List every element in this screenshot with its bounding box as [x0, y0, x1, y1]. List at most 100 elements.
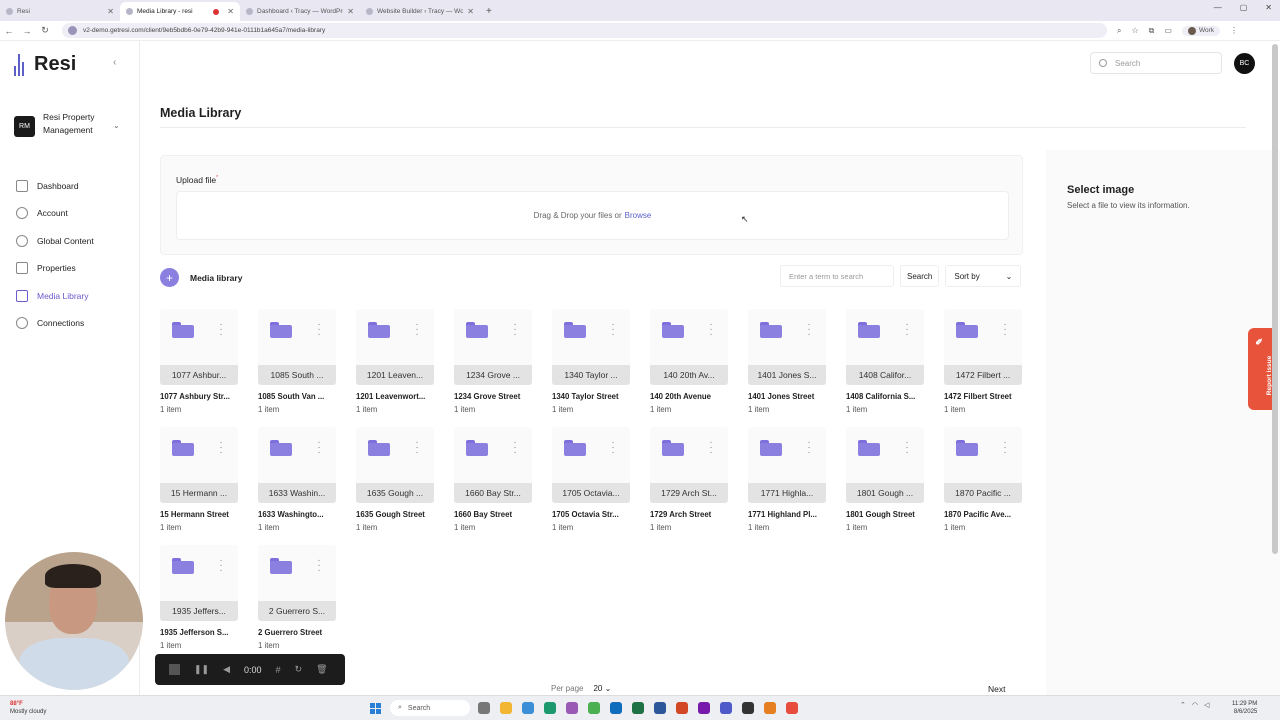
- wifi-icon[interactable]: ◠: [1192, 701, 1198, 709]
- pause-icon[interactable]: ❚❚: [194, 664, 209, 675]
- more-options-icon[interactable]: · · ·: [317, 438, 321, 458]
- folder-card[interactable]: · · · 1408 Califor... 1408 California S... 1 …: [846, 309, 924, 421]
- app-logo[interactable]: Resi: [14, 53, 76, 76]
- more-options-icon[interactable]: · · ·: [219, 320, 223, 340]
- folder-tile[interactable]: · · · 15 Hermann ...: [160, 427, 238, 503]
- powerpoint-app-icon[interactable]: [676, 702, 688, 714]
- sidebar-item-account[interactable]: Account: [16, 200, 94, 228]
- more-options-icon[interactable]: · · ·: [219, 556, 223, 576]
- trash-icon[interactable]: 🗑: [316, 664, 327, 675]
- file-explorer-app-icon[interactable]: [478, 702, 490, 714]
- minimize-icon[interactable]: —: [1214, 3, 1222, 12]
- folder-tile[interactable]: · · · 1472 Filbert ...: [944, 309, 1022, 385]
- teams-chat-app-icon[interactable]: [720, 702, 732, 714]
- forward-icon[interactable]: →: [18, 26, 36, 36]
- folder-tile[interactable]: · · · 1635 Gough ...: [356, 427, 434, 503]
- library-search-input[interactable]: Enter a term to search: [780, 265, 894, 287]
- more-options-icon[interactable]: · · ·: [905, 320, 909, 340]
- folder-tile[interactable]: · · · 1705 Octavia...: [552, 427, 630, 503]
- collapse-sidebar-icon[interactable]: ‹: [113, 57, 116, 68]
- record-app-icon[interactable]: [786, 702, 798, 714]
- folder-tile[interactable]: · · · 140 20th Av...: [650, 309, 728, 385]
- folder-card[interactable]: · · · 1801 Gough ... 1801 Gough Street 1 item: [846, 427, 924, 539]
- edge-app-icon[interactable]: [522, 702, 534, 714]
- app-icon[interactable]: [764, 702, 776, 714]
- more-options-icon[interactable]: · · ·: [709, 320, 713, 340]
- more-options-icon[interactable]: · · ·: [1003, 438, 1007, 458]
- close-tab-icon[interactable]: ✕: [347, 7, 354, 16]
- folder-card[interactable]: · · · 1635 Gough ... 1635 Gough Street 1 item: [356, 427, 434, 539]
- folder-tile[interactable]: · · · 1201 Leaven...: [356, 309, 434, 385]
- folder-tile[interactable]: · · · 1077 Ashbur...: [160, 309, 238, 385]
- global-search-input[interactable]: Search: [1090, 52, 1222, 74]
- excel-app-icon[interactable]: [632, 702, 644, 714]
- folder-tile[interactable]: · · · 1401 Jones S...: [748, 309, 826, 385]
- folder-card[interactable]: · · · 1340 Taylor ... 1340 Taylor Street 1 it…: [552, 309, 630, 421]
- folder-tile[interactable]: · · · 1870 Pacific ...: [944, 427, 1022, 503]
- stop-recording-icon[interactable]: [169, 664, 180, 675]
- folder-card[interactable]: · · · 1771 Highla... 1771 Highland Pl... 1 it…: [748, 427, 826, 539]
- folder-card[interactable]: · · · 1729 Arch St... 1729 Arch Street 1 item: [650, 427, 728, 539]
- folder-card[interactable]: · · · 1935 Jeffers... 1935 Jefferson S... 1 i…: [160, 545, 238, 657]
- more-options-icon[interactable]: · · ·: [317, 556, 321, 576]
- folder-card[interactable]: · · · 1660 Bay Str... 1660 Bay Street 1 item: [454, 427, 532, 539]
- more-options-icon[interactable]: · · ·: [513, 438, 517, 458]
- grid-icon[interactable]: #: [276, 665, 281, 675]
- extensions-icon[interactable]: ⧉: [1149, 26, 1155, 36]
- folder-tile[interactable]: · · · 1408 Califor...: [846, 309, 924, 385]
- reload-icon[interactable]: ↻: [36, 25, 54, 36]
- folder-card[interactable]: · · · 1077 Ashbur... 1077 Ashbury Str... 1 it…: [160, 309, 238, 421]
- folder-tile[interactable]: · · · 1660 Bay Str...: [454, 427, 532, 503]
- zoom-icon[interactable]: ⌕: [1117, 26, 1121, 36]
- folder-card[interactable]: · · · 1085 South ... 1085 South Van ... 1 ite…: [258, 309, 336, 421]
- weather-widget[interactable]: 88°F Mostly cloudy: [10, 700, 46, 716]
- close-window-icon[interactable]: ✕: [1265, 3, 1272, 12]
- rewind-icon[interactable]: ◀: [223, 664, 230, 675]
- more-options-icon[interactable]: · · ·: [611, 320, 615, 340]
- folder-tile[interactable]: · · · 1935 Jeffers...: [160, 545, 238, 621]
- sidebar-item-global-content[interactable]: Global Content: [16, 227, 94, 255]
- scrollbar[interactable]: [1272, 44, 1278, 554]
- start-menu-icon[interactable]: [370, 703, 381, 714]
- folder-card[interactable]: · · · 15 Hermann ... 15 Hermann Street 1 item: [160, 427, 238, 539]
- sidebar-item-connections[interactable]: Connections: [16, 310, 94, 338]
- more-options-icon[interactable]: · · ·: [415, 438, 419, 458]
- maximize-icon[interactable]: ▢: [1240, 3, 1248, 12]
- org-switcher[interactable]: RM Resi Property Management ⌄: [14, 111, 120, 137]
- more-options-icon[interactable]: · · ·: [513, 320, 517, 340]
- restart-icon[interactable]: ↻: [295, 664, 303, 675]
- user-avatar[interactable]: BC: [1234, 52, 1255, 74]
- folder-card[interactable]: · · · 1870 Pacific ... 1870 Pacific Ave... 1 …: [944, 427, 1022, 539]
- more-options-icon[interactable]: · · ·: [219, 438, 223, 458]
- sort-select[interactable]: Sort by ⌄: [945, 265, 1022, 287]
- more-options-icon[interactable]: · · ·: [807, 438, 811, 458]
- browser-tab-3[interactable]: Website Builder ‹ Tracy — Wo ✕: [360, 2, 480, 21]
- browser-tab-1[interactable]: Media Library - resi ✕: [120, 2, 240, 21]
- close-tab-icon[interactable]: ✕: [107, 7, 114, 16]
- new-tab-icon[interactable]: +: [486, 6, 492, 17]
- more-options-icon[interactable]: · · ·: [415, 320, 419, 340]
- bookmark-star-icon[interactable]: ☆: [1131, 26, 1138, 35]
- folder-tile[interactable]: · · · 1729 Arch St...: [650, 427, 728, 503]
- split-view-icon[interactable]: ▭: [1164, 26, 1172, 35]
- chrome-app-icon[interactable]: [588, 702, 600, 714]
- browser-menu-icon[interactable]: ⋮: [1230, 26, 1238, 35]
- browse-link[interactable]: Browse: [625, 211, 652, 220]
- folder-card[interactable]: · · · 1234 Grove ... 1234 Grove Street 1 item: [454, 309, 532, 421]
- teams-app-icon[interactable]: [566, 702, 578, 714]
- taskbar-search[interactable]: ⌕ Search: [390, 700, 470, 716]
- sidebar-item-media-library[interactable]: Media Library: [16, 282, 94, 310]
- sidebar-item-properties[interactable]: Properties: [16, 255, 94, 283]
- url-field[interactable]: v2-demo.getresi.com/client/9eb5bdb6-0e79…: [62, 23, 1107, 38]
- word-app-icon[interactable]: [654, 702, 666, 714]
- close-tab-icon[interactable]: ✕: [467, 7, 474, 16]
- folder-tile[interactable]: · · · 1801 Gough ...: [846, 427, 924, 503]
- file-dropzone[interactable]: Drag & Drop your files or Browse: [176, 191, 1009, 240]
- browser-tab-2[interactable]: Dashboard ‹ Tracy — WordPre ✕: [240, 2, 360, 21]
- folder-tile[interactable]: · · · 1085 South ...: [258, 309, 336, 385]
- folder-tile[interactable]: · · · 2 Guerrero S...: [258, 545, 336, 621]
- folder-card[interactable]: · · · 140 20th Av... 140 20th Avenue 1 item: [650, 309, 728, 421]
- folder-app-icon[interactable]: [500, 702, 512, 714]
- folder-tile[interactable]: · · · 1340 Taylor ...: [552, 309, 630, 385]
- more-options-icon[interactable]: · · ·: [1003, 320, 1007, 340]
